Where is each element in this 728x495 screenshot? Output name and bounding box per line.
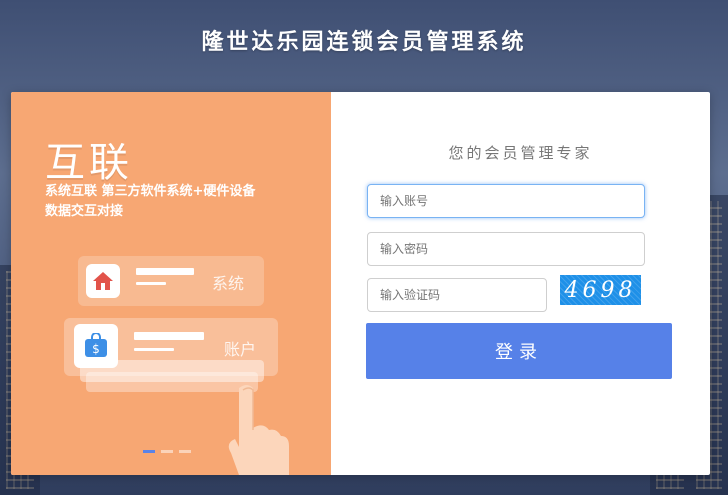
account-input[interactable] [367, 184, 645, 218]
carousel-dots [143, 450, 191, 453]
promo-tile-system: 系统 [78, 256, 264, 306]
tile-line [136, 268, 194, 275]
promo-tile-account: $ 账户 [64, 318, 278, 376]
captcha-image[interactable]: 4698 [560, 275, 641, 305]
svg-text:$: $ [92, 342, 100, 356]
login-button[interactable]: 登录 [366, 323, 672, 379]
tile-label: 账户 [224, 340, 257, 359]
login-form: 您的会员管理专家 4698 登录 [331, 92, 710, 475]
tile-label: 系统 [212, 274, 245, 293]
captcha-input[interactable] [367, 278, 547, 312]
carousel-dot[interactable] [161, 450, 173, 453]
promo-heading: 互联 [45, 140, 133, 186]
tile-line [136, 282, 166, 285]
tile-line [134, 348, 174, 351]
login-card: 互联 系统互联 第三方软件系统+硬件设备 数据交互对接 系统 $ 账户 您的会员… [11, 92, 710, 475]
promo-description-line: 数据交互对接 [45, 204, 124, 219]
carousel-dot[interactable] [179, 450, 191, 453]
password-input[interactable] [367, 232, 645, 266]
tile-line [134, 332, 204, 340]
page-title: 隆世达乐园连锁会员管理系统 [201, 30, 527, 55]
promo-description-line: 系统互联 第三方软件系统+硬件设备 [45, 184, 256, 199]
wallet-icon: $ [74, 324, 118, 368]
house-icon [86, 264, 120, 298]
slogan: 您的会员管理专家 [448, 144, 593, 162]
promo-description: 系统互联 第三方软件系统+硬件设备 数据交互对接 [45, 182, 315, 222]
carousel-dot[interactable] [143, 450, 155, 453]
promo-panel: 互联 系统互联 第三方软件系统+硬件设备 数据交互对接 系统 $ 账户 [11, 92, 331, 475]
pointing-hand-icon [228, 385, 289, 475]
